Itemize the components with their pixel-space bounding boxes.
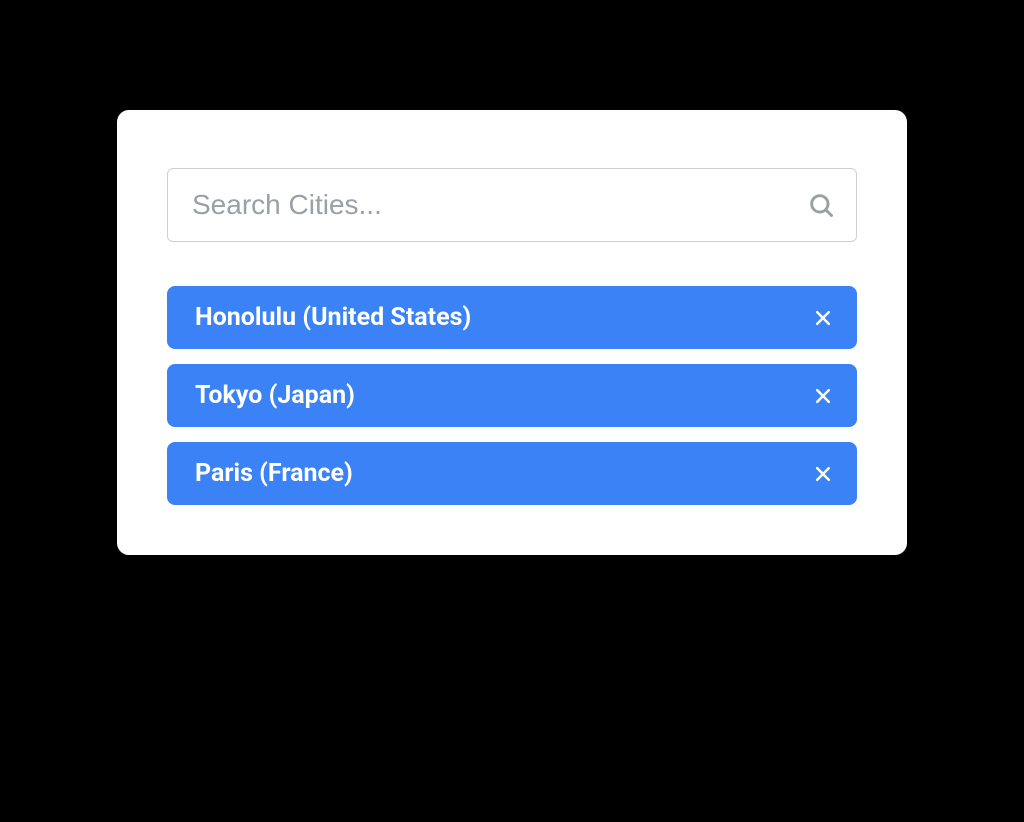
chip-label: Tokyo (Japan) — [195, 381, 355, 410]
close-icon[interactable] — [813, 308, 833, 328]
close-icon[interactable] — [813, 464, 833, 484]
search-wrapper — [167, 168, 857, 242]
chip-label: Honolulu (United States) — [195, 303, 471, 332]
city-chip[interactable]: Paris (France) — [167, 442, 857, 505]
close-icon[interactable] — [813, 386, 833, 406]
search-card: Honolulu (United States) Tokyo (Japan) P… — [117, 110, 907, 555]
chip-label: Paris (France) — [195, 459, 353, 488]
city-chip[interactable]: Tokyo (Japan) — [167, 364, 857, 427]
city-chip[interactable]: Honolulu (United States) — [167, 286, 857, 349]
chip-list: Honolulu (United States) Tokyo (Japan) P… — [167, 286, 857, 505]
search-input[interactable] — [167, 168, 857, 242]
